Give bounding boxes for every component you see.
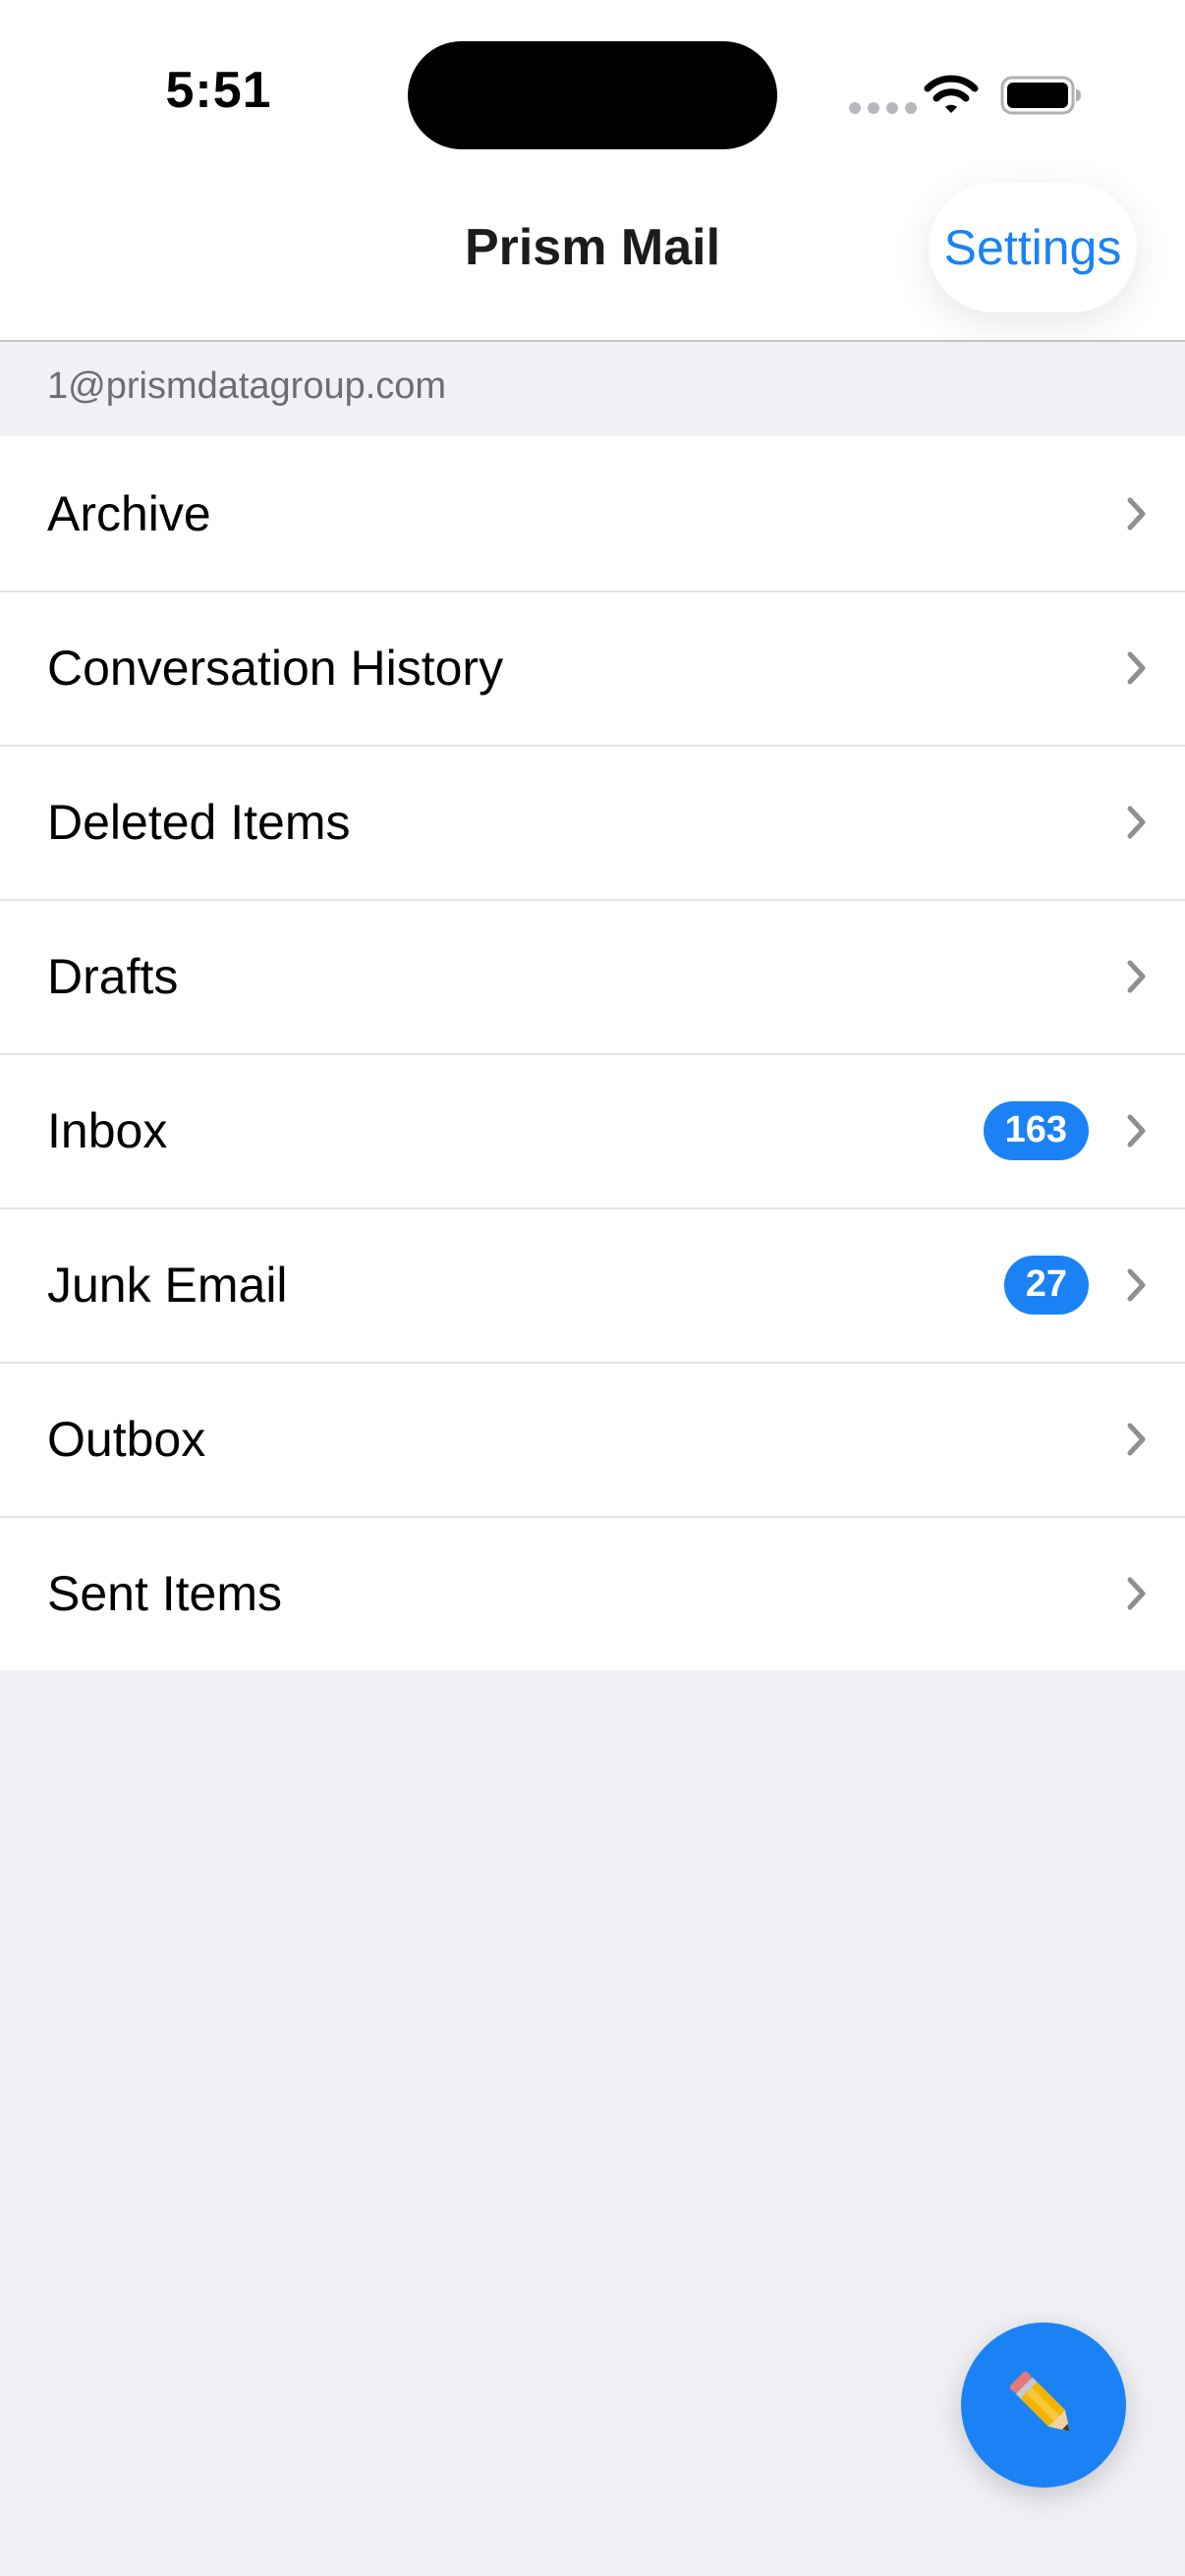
wifi-icon xyxy=(924,75,979,113)
folder-label: Conversation History xyxy=(47,640,504,696)
folder-list-screen: 5:51 Prism Mail Settings 1@prismdatagrou… xyxy=(0,0,1185,2576)
folder-label: Deleted Items xyxy=(47,794,351,850)
folder-row[interactable]: Drafts xyxy=(0,899,1185,1053)
folder-list: Archive Conversation History Deleted Items… xyxy=(0,436,1185,1670)
folder-row[interactable]: Junk Email 27 xyxy=(0,1207,1185,1362)
chevron-right-icon xyxy=(1127,497,1146,530)
folder-label: Drafts xyxy=(47,948,179,1004)
chevron-right-icon xyxy=(1127,1114,1146,1147)
folder-row[interactable]: Inbox 163 xyxy=(0,1053,1185,1207)
folder-label: Outbox xyxy=(47,1411,206,1467)
chevron-right-icon xyxy=(1127,1577,1146,1609)
folder-row[interactable]: Deleted Items xyxy=(0,745,1185,899)
chevron-right-icon xyxy=(1127,960,1146,992)
chevron-right-icon xyxy=(1127,1268,1146,1301)
account-header: 1@prismdatagroup.com xyxy=(0,342,1185,436)
folder-label: Archive xyxy=(47,485,211,541)
status-time: 5:51 xyxy=(165,62,272,119)
battery-icon xyxy=(1000,76,1081,115)
chevron-right-icon xyxy=(1127,651,1146,684)
pencil-icon xyxy=(1009,2371,1070,2432)
folder-row[interactable]: Sent Items xyxy=(0,1516,1185,1670)
folder-label: Junk Email xyxy=(47,1257,288,1313)
unread-count-badge: 27 xyxy=(1003,1255,1089,1315)
folder-label: Sent Items xyxy=(47,1565,282,1621)
folder-row[interactable]: Outbox xyxy=(0,1362,1185,1516)
page-title: Prism Mail xyxy=(464,219,721,276)
chevron-right-icon xyxy=(1127,1423,1146,1455)
signal-dots-icon xyxy=(849,102,917,114)
top-bar: 5:51 Prism Mail Settings xyxy=(0,0,1185,342)
compose-button[interactable] xyxy=(961,2323,1126,2488)
account-email: 1@prismdatagroup.com xyxy=(47,365,447,407)
settings-button[interactable]: Settings xyxy=(929,183,1137,312)
chevron-right-icon xyxy=(1127,806,1146,838)
folder-label: Inbox xyxy=(47,1102,168,1158)
folder-row[interactable]: Conversation History xyxy=(0,590,1185,745)
folder-row[interactable]: Archive xyxy=(0,436,1185,590)
unread-count-badge: 163 xyxy=(983,1100,1089,1160)
dynamic-island xyxy=(408,41,777,149)
